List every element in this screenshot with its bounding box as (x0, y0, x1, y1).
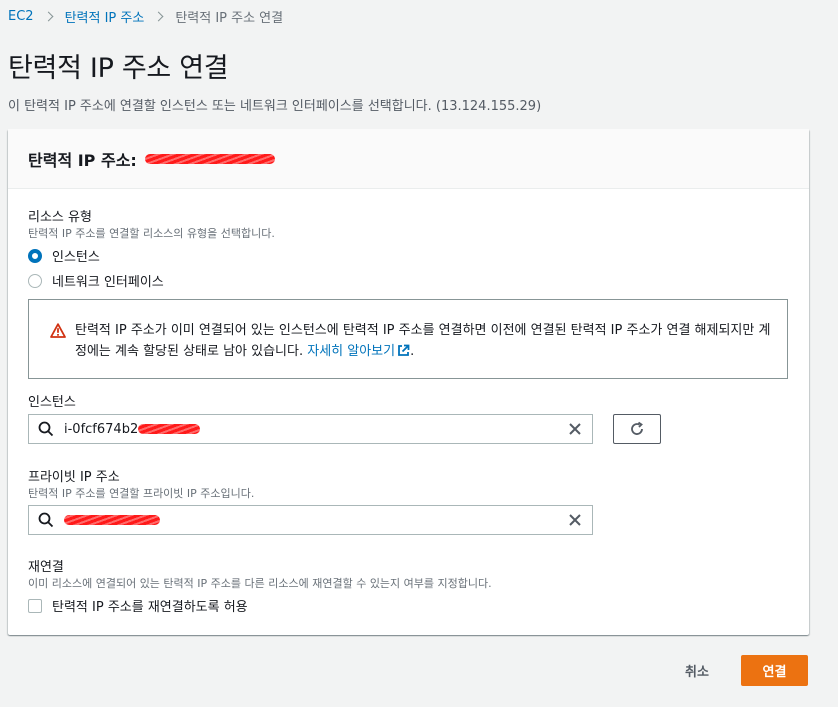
reassociation-label: 재연결 (28, 560, 64, 575)
instance-label: 인스턴스 (28, 395, 76, 410)
search-icon (38, 421, 54, 437)
radio-instance-label: 인스턴스 (52, 250, 100, 265)
breadcrumb-elastic-ip-link[interactable]: 탄력적 IP 주소 (65, 7, 145, 26)
allow-reassociation-label: 탄력적 IP 주소를 재연결하도록 허용 (52, 600, 248, 615)
instance-value: i-0fcf674b2 (64, 421, 201, 437)
private-ip-value (64, 515, 160, 525)
private-ip-label: 프라이빗 IP 주소 (28, 470, 120, 485)
associate-panel: 탄력적 IP 주소: 리소스 유형 탄력적 IP 주소를 연결할 리소스의 유형… (8, 129, 809, 635)
breadcrumb-current: 탄력적 IP 주소 연결 (175, 10, 284, 26)
instance-search-field[interactable]: i-0fcf674b2 (28, 414, 593, 444)
page-description: 이 탄력적 IP 주소에 연결할 인스턴스 또는 네트워크 인터페이스를 선택합… (8, 99, 542, 114)
redacted-ip (144, 153, 275, 164)
connect-button[interactable]: 연결 (741, 655, 808, 686)
external-link-icon[interactable] (397, 344, 410, 357)
breadcrumb-ec2-link[interactable]: EC2 (8, 9, 34, 24)
clear-icon[interactable] (568, 513, 582, 527)
cancel-button[interactable]: 취소 (685, 661, 709, 680)
allow-reassociation-checkbox[interactable] (28, 598, 42, 613)
private-ip-description: 탄력적 IP 주소를 연결할 프라이빗 IP 주소입니다. (28, 487, 255, 500)
allow-reassociation-checkbox-row[interactable]: 탄력적 IP 주소를 재연결하도록 허용 (28, 596, 248, 615)
alert-text: 탄력적 IP 주소가 이미 연결되어 있는 인스턴스에 탄력적 IP 주소를 연… (75, 320, 775, 362)
alert-message: 탄력적 IP 주소가 이미 연결되어 있는 인스턴스에 탄력적 IP 주소를 연… (75, 323, 771, 359)
reassociation-description: 이미 리소스에 연결되어 있는 탄력적 IP 주소를 다른 리소스에 재연결할 … (28, 577, 492, 590)
resource-type-label: 리소스 유형 (28, 210, 92, 225)
radio-button-checked[interactable] (28, 248, 42, 263)
clear-icon[interactable] (568, 422, 582, 436)
page-title: 탄력적 IP 주소 연결 (8, 53, 229, 84)
search-icon (38, 512, 54, 528)
chevron-right-icon (153, 11, 164, 21)
breadcrumb: EC2 탄력적 IP 주소 탄력적 IP 주소 연결 (8, 6, 283, 26)
panel-header: 탄력적 IP 주소: (8, 129, 809, 189)
refresh-button[interactable] (613, 414, 661, 444)
redacted-private-ip (64, 515, 160, 525)
radio-network-interface-label: 네트워크 인터페이스 (52, 275, 164, 290)
warning-alert: 탄력적 IP 주소가 이미 연결되어 있는 인스턴스에 탄력적 IP 주소를 연… (28, 299, 788, 379)
resource-type-description: 탄력적 IP 주소를 연결할 리소스의 유형을 선택합니다. (28, 227, 275, 240)
radio-button[interactable] (28, 273, 42, 288)
learn-more-link[interactable]: 자세히 알아보기 (307, 344, 395, 359)
radio-instance[interactable]: 인스턴스 (28, 246, 100, 265)
redacted-instance-id (138, 424, 201, 434)
alert-tail: . (410, 344, 415, 359)
refresh-icon (631, 421, 643, 435)
instance-id: i-0fcf674b2 (64, 421, 139, 437)
radio-network-interface[interactable]: 네트워크 인터페이스 (28, 271, 164, 290)
warning-icon (50, 323, 66, 338)
private-ip-search-field[interactable] (28, 505, 593, 535)
chevron-right-icon (43, 11, 54, 21)
panel-header-label: 탄력적 IP 주소: (28, 150, 137, 170)
